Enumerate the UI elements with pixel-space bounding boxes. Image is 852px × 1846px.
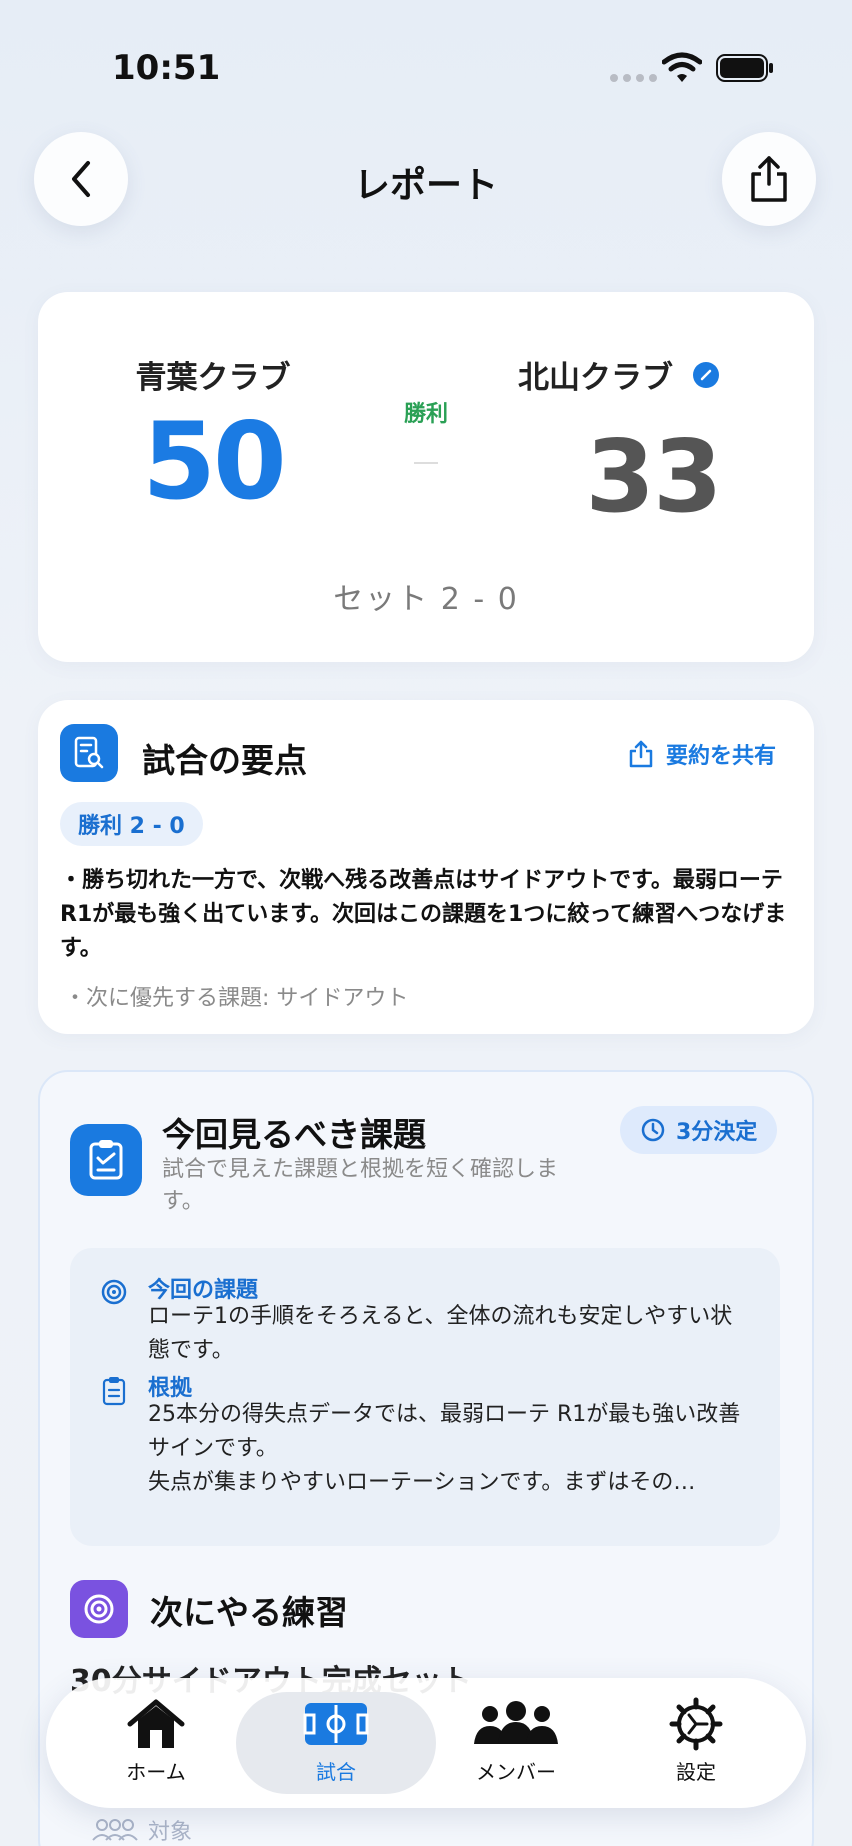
tab-match-label: 試合: [316, 1760, 356, 1784]
tab-bar: ホーム 試合 メンバー 設定: [46, 1678, 806, 1808]
score-right: 33: [585, 418, 722, 535]
result-label: 勝利: [403, 402, 448, 427]
timer-icon: [641, 1118, 665, 1142]
court-icon: [303, 1703, 369, 1745]
tab-settings-label: 設定: [676, 1760, 716, 1784]
issue-detail-box: 今回の課題 ローテ1の手順をそろえると、全体の流れも安定しやすい状態です。 根拠…: [70, 1248, 780, 1546]
tab-match[interactable]: 試合: [256, 1696, 416, 1792]
home-icon: [127, 1699, 185, 1748]
tab-home[interactable]: ホーム: [76, 1696, 236, 1792]
gear-icon: [669, 1697, 723, 1751]
summary-card: 試合の要点 要約を共有 勝利 2 - 0 ・勝ち切れた一方で、次戦へ残る改善点は…: [38, 700, 814, 1034]
summary-note: ・次に優先する課題: サイドアウト: [64, 986, 409, 1011]
report-search-icon: [60, 724, 118, 782]
signal-icon: [610, 74, 657, 82]
next-practice-title: 次にやる練習: [150, 1593, 348, 1632]
issue-title: 今回見るべき課題: [162, 1115, 426, 1154]
target-label: 対象: [148, 1820, 193, 1845]
timer-badge[interactable]: 3分決定: [620, 1106, 778, 1154]
evidence-text-2: 失点が集まりやすいローテーションです。まずはその…: [148, 1470, 696, 1495]
evidence-text-1: 25本分の得失点データでは、最弱ローテ R1が最も強い改善サインです。: [148, 1402, 741, 1461]
wifi-icon: [662, 52, 702, 82]
status-bar: 10:51: [0, 0, 852, 120]
target-icon: [70, 1580, 128, 1638]
team-right-name: 北山クラブ: [518, 360, 673, 396]
members-icon: [474, 1701, 558, 1744]
summary-body: ・勝ち切れた一方で、次戦へ残る改善点はサイドアウトです。最弱ローテ R1が最も強…: [60, 868, 787, 961]
share-icon: [751, 156, 787, 202]
target-icon: [101, 1279, 127, 1305]
issue-subtitle: 試合で見えた課題と根拠を短く確認します。: [162, 1157, 559, 1214]
share-summary-button[interactable]: 要約を共有: [628, 738, 776, 770]
target-row: 対象: [90, 1814, 192, 1846]
tab-settings[interactable]: 設定: [616, 1696, 776, 1792]
share-summary-label: 要約を共有: [666, 744, 777, 769]
current-issue-text: ローテ1の手順をそろえると、全体の流れも安定しやすい状態です。: [148, 1304, 733, 1363]
status-time: 10:51: [112, 48, 221, 88]
team-left-name: 青葉クラブ: [135, 360, 291, 396]
summary-title: 試合の要点: [142, 741, 307, 780]
share-icon: [629, 740, 653, 768]
timer-label: 3分決定: [676, 1120, 758, 1145]
score-divider: [414, 462, 438, 464]
battery-icon: [716, 54, 773, 82]
members-icon: [92, 1819, 138, 1841]
score-card: 青葉クラブ 北山クラブ 勝利 50 33 セット 2 - 0: [38, 292, 814, 662]
result-badge: 勝利 2 - 0: [60, 802, 203, 846]
tab-home-label: ホーム: [126, 1760, 186, 1784]
clipboard-list-icon: [102, 1377, 126, 1406]
share-button[interactable]: [722, 132, 816, 226]
tab-members[interactable]: メンバー: [436, 1696, 596, 1792]
set-score: セット 2 - 0: [333, 582, 519, 617]
team-right: 北山クラブ: [518, 352, 719, 397]
score-left: 50: [142, 400, 287, 523]
pencil-icon[interactable]: [693, 361, 719, 388]
tab-members-label: メンバー: [476, 1760, 556, 1784]
clipboard-check-icon: [70, 1124, 142, 1196]
